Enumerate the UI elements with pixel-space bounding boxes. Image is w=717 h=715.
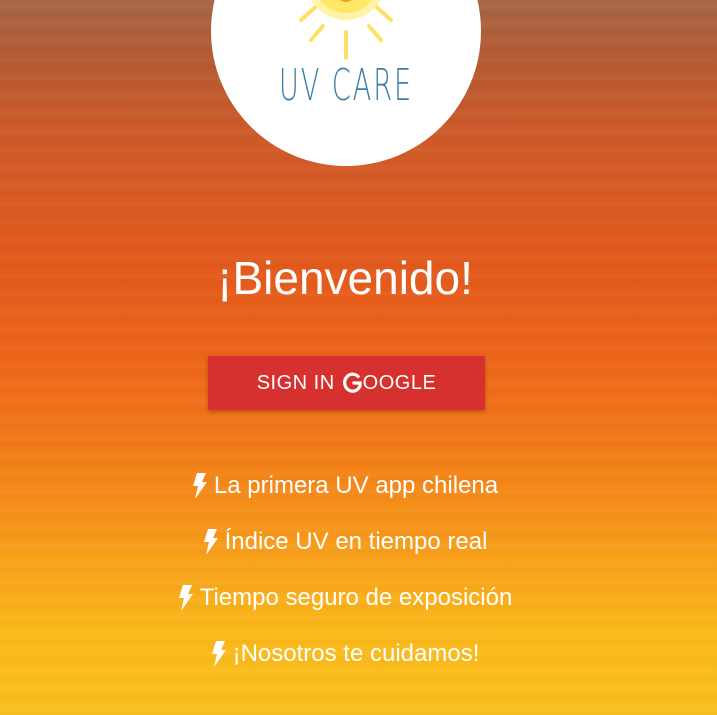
logo-text: UV CARE (278, 60, 414, 111)
google-g-icon (342, 372, 362, 394)
lightning-bolt-icon (178, 585, 194, 611)
feature-item: La primera UV app chilena (0, 458, 690, 514)
sign-in-google-button[interactable]: SIGN IN OOGLE (208, 356, 485, 410)
feature-text: Tiempo seguro de exposición (199, 584, 513, 611)
feature-item: ¡Nosotros te cuidamos! (0, 626, 690, 682)
welcome-title: ¡Bienvenido! (217, 252, 473, 304)
sign-in-label-suffix: OOGLE (362, 371, 437, 394)
sign-in-label: SIGN IN (256, 371, 335, 394)
feature-text: Índice UV en tiempo real (224, 528, 488, 555)
feature-list: La primera UV app chilena Índice UV en t… (0, 458, 690, 682)
feature-text: ¡Nosotros te cuidamos! (232, 640, 480, 667)
feature-item: Índice UV en tiempo real (0, 514, 690, 570)
lightning-bolt-icon (203, 529, 219, 555)
feature-text: La primera UV app chilena (213, 472, 499, 499)
logo-circle: UV CARE (211, 0, 481, 166)
feature-item: Tiempo seguro de exposición (0, 570, 690, 626)
lightning-bolt-icon (211, 641, 227, 667)
lightning-bolt-icon (192, 473, 208, 499)
sun-icon (299, 0, 393, 60)
